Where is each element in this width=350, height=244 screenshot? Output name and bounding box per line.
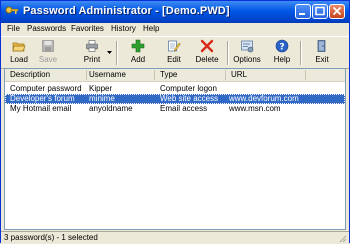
help-button[interactable]: ? Help xyxy=(267,39,297,67)
menu-history[interactable]: History xyxy=(111,24,136,33)
edit-icon xyxy=(168,40,181,52)
options-label: Options xyxy=(233,55,261,64)
print-dropdown-arrow-icon[interactable] xyxy=(107,51,112,55)
toolbar: Load Save Print Add Edit Delete Options … xyxy=(1,36,349,69)
print-button[interactable]: Print xyxy=(77,39,107,67)
status-bar: 3 password(s) - 1 selected xyxy=(1,231,349,244)
toolbar-separator xyxy=(116,41,118,65)
menu-passwords[interactable]: Passwords xyxy=(27,24,66,33)
column-divider[interactable] xyxy=(86,70,87,80)
maximize-button[interactable] xyxy=(312,4,328,19)
delete-button[interactable]: Delete xyxy=(192,39,222,67)
column-header-username[interactable]: Username xyxy=(89,70,126,79)
minimize-icon xyxy=(299,13,305,15)
load-button[interactable]: Load xyxy=(4,39,34,67)
delete-x-icon xyxy=(200,39,214,53)
cell-username: Kipper xyxy=(89,84,113,93)
window-title: Password Administrator - [Demo.PWD] xyxy=(23,5,230,17)
help-icon: ? xyxy=(275,39,289,53)
exit-door-icon xyxy=(317,40,326,52)
app-key-icon xyxy=(5,6,19,14)
password-list[interactable]: Description Username Type URL Computer p… xyxy=(4,68,346,230)
status-text: 3 password(s) - 1 selected xyxy=(4,233,98,242)
table-row[interactable]: My Hotmail email anyoldname Email access… xyxy=(5,104,345,114)
column-header-description[interactable]: Description xyxy=(10,70,50,79)
exit-button[interactable]: Exit xyxy=(307,39,337,67)
options-icon xyxy=(241,40,254,53)
cell-description: Computer password xyxy=(10,84,82,93)
cell-type: Email access xyxy=(160,104,208,113)
save-button[interactable]: Save xyxy=(33,39,63,67)
menu-bar: File Passwords Favorites History Help xyxy=(1,23,349,36)
toolbar-separator xyxy=(227,41,229,65)
print-label: Print xyxy=(83,55,101,64)
cell-type: Web site access xyxy=(160,94,219,103)
edit-label: Edit xyxy=(167,55,181,64)
options-button[interactable]: Options xyxy=(232,39,262,67)
maximize-icon xyxy=(315,6,325,16)
close-button[interactable] xyxy=(329,4,345,19)
save-label: Save xyxy=(38,55,58,64)
cell-url: www.devforum.com xyxy=(229,94,299,103)
menu-file[interactable]: File xyxy=(7,24,20,33)
toolbar-separator xyxy=(300,41,302,65)
resize-grip-icon[interactable] xyxy=(338,234,347,243)
cell-username: anyoldname xyxy=(89,104,133,113)
column-divider[interactable] xyxy=(154,70,155,80)
menu-help[interactable]: Help xyxy=(143,24,159,33)
title-bar[interactable]: Password Administrator - [Demo.PWD] xyxy=(1,1,349,23)
printer-icon xyxy=(86,40,98,52)
column-divider[interactable] xyxy=(305,70,306,80)
delete-label: Delete xyxy=(195,55,219,64)
load-label: Load xyxy=(10,55,28,64)
cell-url: www.msn.com xyxy=(229,104,281,113)
table-row[interactable]: Computer password Kipper Computer logon xyxy=(5,84,345,94)
add-label: Add xyxy=(130,55,146,64)
cell-username: minime xyxy=(89,94,115,103)
column-header-type[interactable]: Type xyxy=(160,70,177,79)
minimize-button[interactable] xyxy=(295,4,311,19)
cell-description: My Hotmail email xyxy=(10,104,72,113)
svg-text:?: ? xyxy=(279,43,284,53)
column-header-url[interactable]: URL xyxy=(231,70,247,79)
column-divider[interactable] xyxy=(225,70,226,80)
close-icon xyxy=(332,6,342,16)
exit-label: Exit xyxy=(315,55,329,64)
app-window: Password Administrator - [Demo.PWD] File… xyxy=(0,0,350,244)
menu-favorites[interactable]: Favorites xyxy=(71,24,104,33)
help-label: Help xyxy=(273,55,291,64)
edit-button[interactable]: Edit xyxy=(159,39,189,67)
save-disk-icon xyxy=(42,40,54,52)
cell-type: Computer logon xyxy=(160,84,217,93)
list-header: Description Username Type URL xyxy=(5,69,345,82)
folder-open-icon xyxy=(12,42,26,52)
cell-description: Developer's forum xyxy=(10,94,75,103)
add-button[interactable]: Add xyxy=(123,39,153,67)
table-row-selected[interactable]: Developer's forum minime Web site access… xyxy=(5,94,345,104)
plus-icon xyxy=(131,39,145,53)
